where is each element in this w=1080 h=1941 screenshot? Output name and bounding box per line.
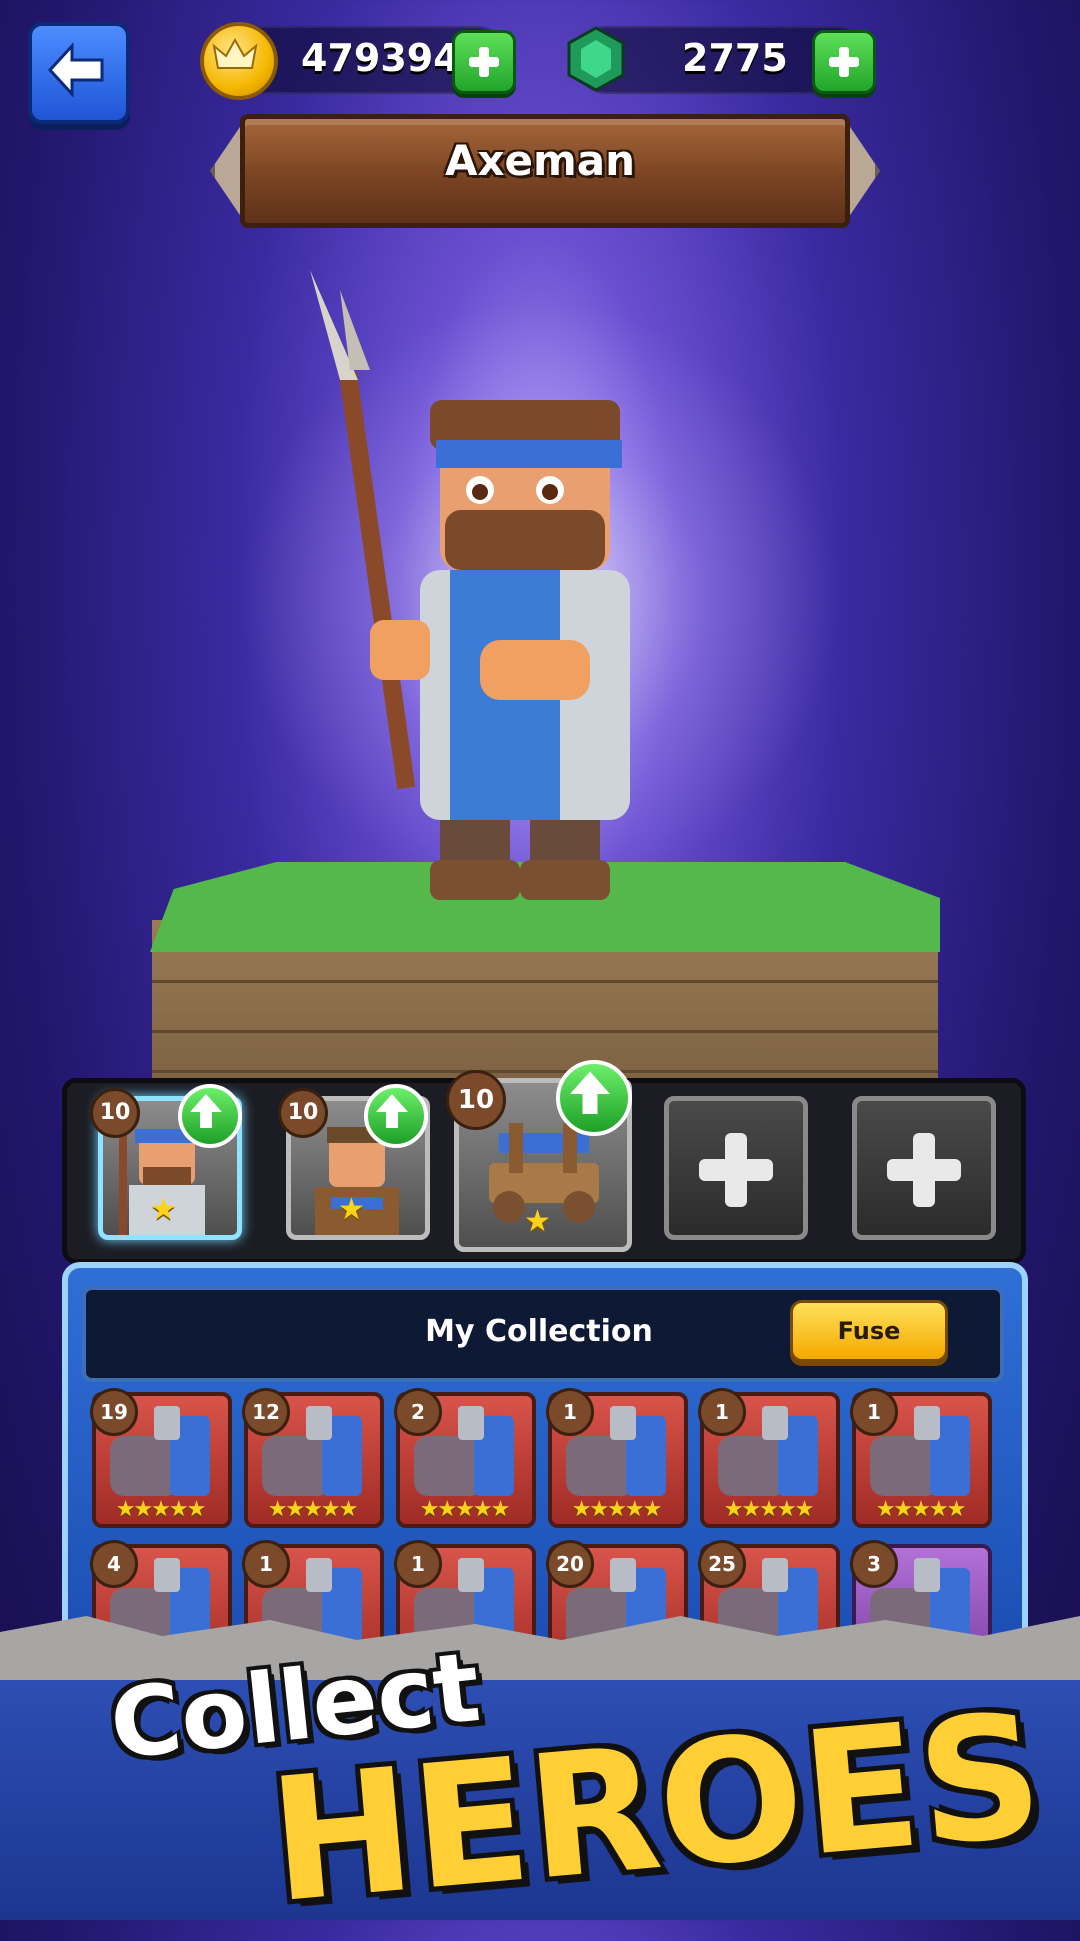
hero-name: Axeman bbox=[444, 136, 636, 185]
card-count-badge: 19 bbox=[90, 1388, 138, 1436]
card-star-rating: ★★★★★ bbox=[875, 1497, 967, 1522]
empty-team-slot-add-button[interactable] bbox=[852, 1096, 996, 1240]
card-count-badge: 1 bbox=[394, 1540, 442, 1588]
coin-value: 479394 bbox=[301, 36, 460, 80]
upgrade-arrow-icon[interactable] bbox=[556, 1060, 632, 1136]
collection-card[interactable]: 1 ★★★★★ bbox=[698, 1388, 840, 1528]
collection-card[interactable]: 1 ★★★★★ bbox=[850, 1388, 992, 1528]
card-star-rating: ★★★★★ bbox=[267, 1497, 359, 1522]
card-count-badge: 25 bbox=[698, 1540, 746, 1588]
gem-value: 2775 bbox=[682, 36, 788, 80]
back-button[interactable] bbox=[28, 22, 130, 124]
card-star-rating: ★★★★★ bbox=[419, 1497, 511, 1522]
collection-card[interactable]: 19 ★★★★★ bbox=[90, 1388, 232, 1528]
card-count-badge: 4 bbox=[90, 1540, 138, 1588]
card-count-badge: 20 bbox=[546, 1540, 594, 1588]
arrow-left-icon bbox=[47, 42, 104, 98]
collection-card[interactable]: 12 ★★★★★ bbox=[242, 1388, 384, 1528]
card-count-badge: 1 bbox=[850, 1388, 898, 1436]
team-slot-level-badge: 10 bbox=[446, 1070, 506, 1130]
card-count-badge: 1 bbox=[698, 1388, 746, 1436]
card-count-badge: 2 bbox=[394, 1388, 442, 1436]
card-star-rating: ★★★★★ bbox=[723, 1497, 815, 1522]
card-star-rating: ★★★★★ bbox=[115, 1497, 207, 1522]
add-coins-button[interactable] bbox=[452, 30, 516, 94]
coin-icon bbox=[200, 22, 278, 100]
card-count-badge: 1 bbox=[242, 1540, 290, 1588]
upgrade-arrow-icon[interactable] bbox=[364, 1084, 428, 1148]
team-slot-level-badge: 10 bbox=[278, 1088, 328, 1138]
team-slot-level-badge: 10 bbox=[90, 1088, 140, 1138]
gem-icon bbox=[565, 26, 627, 92]
card-count-badge: 1 bbox=[546, 1388, 594, 1436]
card-count-badge: 12 bbox=[242, 1388, 290, 1436]
card-star-rating: ★★★★★ bbox=[571, 1497, 663, 1522]
collection-card[interactable]: 2 ★★★★★ bbox=[394, 1388, 536, 1528]
upgrade-arrow-icon[interactable] bbox=[178, 1084, 242, 1148]
empty-team-slot-add-button[interactable] bbox=[664, 1096, 808, 1240]
card-count-badge: 3 bbox=[850, 1540, 898, 1588]
add-gems-button[interactable] bbox=[812, 30, 876, 94]
star-icon: ★ bbox=[338, 1192, 365, 1227]
star-icon: ★ bbox=[150, 1192, 177, 1227]
axeman-hero-figure bbox=[310, 270, 630, 900]
star-icon: ★ bbox=[524, 1204, 551, 1239]
collection-card[interactable]: 1 ★★★★★ bbox=[546, 1388, 688, 1528]
fuse-button[interactable]: Fuse bbox=[790, 1300, 948, 1362]
